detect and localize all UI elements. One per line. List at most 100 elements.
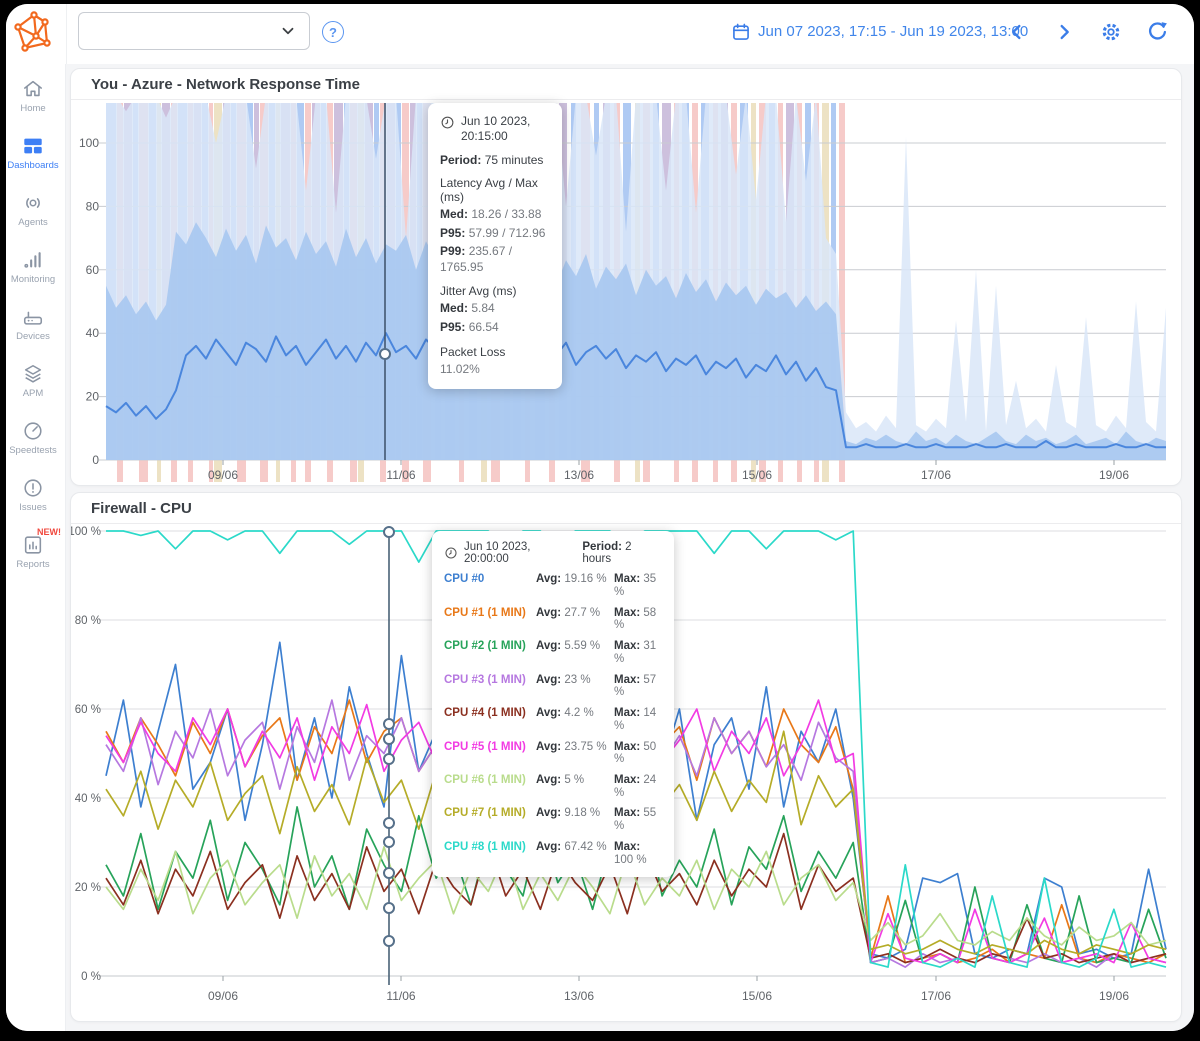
refresh-icon[interactable] — [1146, 21, 1168, 43]
svg-text:60 %: 60 % — [75, 704, 101, 716]
sidebar-item-label: Home — [20, 103, 45, 114]
svg-text:0 %: 0 % — [81, 971, 101, 983]
svg-text:20: 20 — [86, 390, 100, 404]
sidebar-item-label: APM — [23, 388, 44, 399]
svg-text:80 %: 80 % — [75, 615, 101, 627]
latency-tooltip: Jun 10 2023, 20:15:00 Period: 75 minutes… — [428, 103, 562, 389]
date-range-picker[interactable]: Jun 07 2023, 17:15 - Jun 19 2023, 13:00 — [758, 23, 1028, 40]
tooltip-row: P95: 57.99 / 712.96 — [440, 226, 550, 242]
cpu-row: CPU #1 (1 MIN)Avg: 27.7 %Max: 58 % — [444, 607, 662, 632]
topbar-divider — [66, 4, 67, 64]
cpu-tooltip: Jun 10 2023, 20:00:00 Period: 2 hours CP… — [432, 531, 674, 877]
help-question-mark: ? — [329, 25, 337, 40]
sidebar-item-speedtests[interactable]: Speedtests — [6, 420, 66, 470]
app-window: ? Jun 07 2023, 17:15 - Jun 19 2023, 13:0… — [6, 4, 1194, 1031]
sidebar-item-label: Reports — [16, 559, 49, 570]
cpu-row: CPU #0Avg: 19.16 %Max: 35 % — [444, 573, 662, 598]
latency-header: Latency Avg / Max (ms) — [440, 176, 550, 204]
period-label: Period: — [582, 541, 622, 553]
sidebar-item-label: Speedtests — [9, 445, 57, 456]
jitter-rows: Med: 5.84 P95: 66.54 — [440, 301, 550, 335]
sidebar-item-monitoring[interactable]: Monitoring — [6, 249, 66, 299]
clock-icon — [444, 546, 458, 560]
dashboard-select[interactable] — [78, 12, 310, 50]
svg-text:09/06: 09/06 — [208, 989, 238, 1003]
svg-text:100 %: 100 % — [71, 526, 101, 538]
period-value: 75 minutes — [485, 153, 544, 167]
topbar: ? Jun 07 2023, 17:15 - Jun 19 2023, 13:0… — [6, 4, 1194, 64]
tooltip-row: Med: 18.26 / 33.88 — [440, 207, 550, 223]
cpu-row: CPU #4 (1 MIN)Avg: 4.2 %Max: 14 % — [444, 707, 662, 732]
svg-text:15/06: 15/06 — [742, 989, 772, 1003]
sidebar-item-label: Devices — [16, 331, 50, 342]
panel-network-response-time: You - Azure - Network Response Time 0 20 4… — [70, 68, 1182, 486]
svg-text:100: 100 — [79, 136, 99, 150]
chevron-left-icon[interactable] — [1006, 21, 1028, 43]
svg-text:0: 0 — [92, 453, 99, 467]
svg-text:17/06: 17/06 — [921, 989, 951, 1003]
issues-icon — [22, 477, 44, 499]
svg-text:13/06: 13/06 — [564, 989, 594, 1003]
sidebar-item-issues[interactable]: Issues — [6, 477, 66, 527]
chevron-right-icon[interactable] — [1053, 21, 1075, 43]
sidebar-item-label: Issues — [19, 502, 46, 513]
jitter-header: Jitter Avg (ms) — [440, 284, 550, 298]
home-icon — [22, 78, 44, 100]
cpu-row: CPU #5 (1 MIN)Avg: 23.75 %Max: 50 % — [444, 741, 662, 766]
network-response-time-chart[interactable]: 0 20 40 60 80 100 09/06 11/06 13/06 15/06 17/06 19/… — [71, 103, 1182, 486]
packet-loss-header: Packet Loss — [440, 345, 550, 359]
sidebar-item-reports[interactable]: ReportsNEW! — [6, 534, 66, 584]
reports-icon — [22, 534, 44, 556]
svg-text:13/06: 13/06 — [564, 468, 594, 482]
tooltip2-time: Jun 10 2023, 20:00:00 — [464, 541, 576, 565]
speedtests-icon — [22, 420, 44, 442]
sidebar-item-label: Monitoring — [11, 274, 55, 285]
svg-text:60: 60 — [86, 263, 100, 277]
svg-text:17/06: 17/06 — [921, 468, 951, 482]
latency-rows: Med: 18.26 / 33.88 P95: 57.99 / 712.96 P99… — [440, 207, 550, 275]
svg-text:09/06: 09/06 — [208, 468, 238, 482]
svg-text:15/06: 15/06 — [742, 468, 772, 482]
cpu-row: CPU #6 (1 MIN)Avg: 5 %Max: 24 % — [444, 774, 662, 799]
cpu-row: CPU #8 (1 MIN)Avg: 67.42 %Max: 100 % — [444, 841, 662, 866]
sidebar-item-label: Dashboards — [7, 160, 58, 171]
panel2-title: Firewall - CPU — [71, 493, 1181, 524]
sidebar-item-devices[interactable]: Devices — [6, 306, 66, 356]
period-label: Period: — [440, 153, 481, 167]
chevron-down-icon — [279, 22, 297, 40]
app-logo-icon[interactable] — [12, 10, 56, 54]
svg-text:20 %: 20 % — [75, 882, 101, 894]
cpu-rows: CPU #0Avg: 19.16 %Max: 35 % CPU #1 (1 MIN… — [444, 573, 662, 866]
help-icon[interactable]: ? — [322, 21, 344, 43]
svg-text:40 %: 40 % — [75, 793, 101, 805]
svg-text:19/06: 19/06 — [1099, 989, 1129, 1003]
apm-icon — [22, 363, 44, 385]
clock-icon — [440, 115, 455, 144]
agents-icon — [22, 192, 44, 214]
cpu-row: CPU #7 (1 MIN)Avg: 9.18 %Max: 55 % — [444, 807, 662, 832]
svg-text:80: 80 — [86, 199, 100, 213]
panel1-title: You - Azure - Network Response Time — [71, 69, 1181, 100]
sidebar-item-home[interactable]: Home — [6, 78, 66, 128]
svg-text:40: 40 — [86, 326, 100, 340]
sidebar-item-agents[interactable]: Agents — [6, 192, 66, 242]
tooltip-row: P95: 66.54 — [440, 320, 550, 336]
calendar-icon[interactable] — [731, 22, 751, 42]
settings-gear-icon[interactable] — [1100, 21, 1122, 43]
sidebar-item-label: Agents — [18, 217, 48, 228]
sidebar: Home Dashboards Agents Monitoring Devices APM… — [6, 64, 66, 1031]
tooltip-row: Med: 5.84 — [440, 301, 550, 317]
tooltip1-time: Jun 10 2023, 20:15:00 — [461, 114, 550, 144]
tooltip-row: P99: 235.67 / 1765.95 — [440, 244, 550, 275]
svg-text:11/06: 11/06 — [386, 989, 415, 1003]
packet-loss-value: 11.02% — [440, 362, 550, 378]
svg-text:11/06: 11/06 — [386, 468, 415, 482]
sidebar-item-apm[interactable]: APM — [6, 363, 66, 413]
svg-text:19/06: 19/06 — [1099, 468, 1129, 482]
sidebar-item-dashboards[interactable]: Dashboards — [6, 135, 66, 185]
monitoring-icon — [22, 249, 44, 271]
new-badge: NEW! — [37, 527, 61, 537]
dashboards-icon — [22, 135, 44, 157]
cpu-row: CPU #3 (1 MIN)Avg: 23 %Max: 57 % — [444, 674, 662, 699]
devices-icon — [22, 306, 44, 328]
